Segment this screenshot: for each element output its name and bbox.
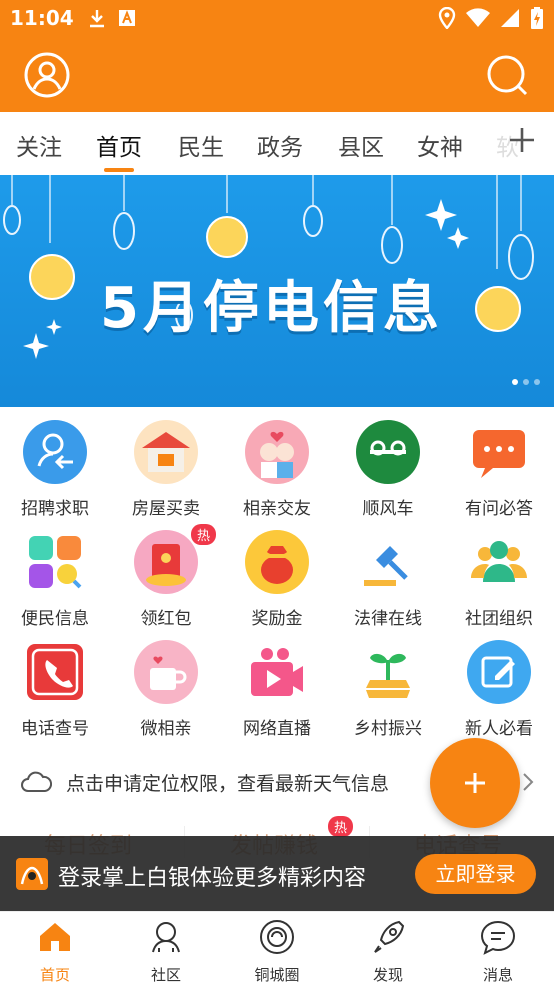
- grid-item-label: 便民信息: [21, 609, 89, 629]
- money-bag-icon: [245, 530, 309, 594]
- tab-government[interactable]: 政务: [257, 128, 303, 162]
- login-message: 登录掌上白银体验更多精彩内容: [58, 866, 367, 891]
- grid-item-house[interactable]: 房屋买卖: [111, 420, 221, 519]
- nav-label: 首页: [39, 966, 70, 984]
- video-icon: [245, 640, 309, 704]
- app-header: [0, 36, 554, 112]
- grid-item-label: 电话查号: [21, 719, 89, 739]
- plus-icon: [465, 773, 485, 793]
- download-icon: [89, 10, 104, 28]
- grid-item-qa[interactable]: 有问必答: [444, 420, 554, 519]
- nav-discover[interactable]: 发现: [348, 918, 428, 985]
- edit-icon: [467, 640, 531, 704]
- nav-community[interactable]: 社区: [126, 918, 206, 985]
- login-banner: 登录掌上白银体验更多精彩内容 立即登录: [0, 836, 554, 911]
- grid-item-redpacket[interactable]: 热 领红包: [111, 524, 221, 629]
- login-button[interactable]: 立即登录: [415, 854, 536, 894]
- nav-home[interactable]: 首页: [15, 918, 95, 985]
- search-icon[interactable]: [486, 54, 528, 96]
- grid-item-label: 领红包: [140, 609, 192, 629]
- grid-item-label: 法律在线: [354, 609, 422, 629]
- red-packet-icon: 热: [134, 524, 216, 594]
- nav-label: 发现: [372, 966, 403, 984]
- nav-label: 社区: [150, 966, 181, 984]
- grid-item-live[interactable]: 网络直播: [222, 640, 332, 739]
- user-avatar-icon[interactable]: [24, 52, 70, 98]
- location-icon: [438, 7, 456, 29]
- grid-item-newbie[interactable]: 新人必看: [444, 640, 554, 739]
- grid-item-phone[interactable]: 电话查号: [0, 640, 110, 739]
- weather-text: 点击申请定位权限，查看最新天气信息: [66, 772, 390, 795]
- nav-label: 消息: [482, 966, 513, 984]
- grid-item-label: 相亲交友: [243, 499, 311, 519]
- phone-icon: [23, 640, 87, 704]
- grid-item-convenience[interactable]: 便民信息: [0, 530, 110, 629]
- grid-item-micro-dating[interactable]: 微相亲: [111, 640, 221, 739]
- promo-banner[interactable]: 5月停电信息: [0, 175, 554, 407]
- app-logo-icon: [16, 858, 48, 890]
- nav-label: 铜城圈: [254, 966, 300, 984]
- grid-item-label: 有问必答: [465, 499, 533, 519]
- wifi-icon: [466, 8, 490, 27]
- add-channel-icon[interactable]: [508, 126, 536, 154]
- font-icon: [118, 10, 135, 26]
- cloud-icon: [21, 771, 52, 792]
- bottom-nav: 首页 社区 铜城圈 发现 消息: [0, 911, 554, 984]
- message-icon: [480, 920, 516, 955]
- signal-icon: [501, 9, 519, 27]
- clock: 11:04: [10, 6, 74, 30]
- grid-item-label: 社团组织: [465, 609, 533, 629]
- carousel-dots: [512, 379, 540, 385]
- apps-icon: [23, 530, 87, 594]
- gavel-icon: [356, 530, 420, 594]
- nav-messages[interactable]: 消息: [458, 918, 538, 985]
- grid-item-village[interactable]: 乡村振兴: [333, 640, 443, 739]
- grid-item-label: 奖励金: [251, 609, 303, 629]
- grid-item-carpool[interactable]: 顺风车: [333, 420, 443, 519]
- carousel-dot: [534, 379, 540, 385]
- house-icon: [134, 420, 198, 484]
- grid-item-reward[interactable]: 奖励金: [222, 530, 332, 629]
- grid-item-label: 网络直播: [243, 719, 311, 739]
- tab-home[interactable]: 首页: [96, 128, 142, 172]
- carousel-dot-active: [512, 379, 518, 385]
- banner-title: 5月停电信息: [100, 276, 443, 341]
- battery-icon: [531, 7, 543, 29]
- chat-icon: [467, 420, 531, 484]
- home-icon: [40, 923, 70, 951]
- grid-item-label: 新人必看: [465, 719, 533, 739]
- group-icon: [467, 530, 531, 594]
- grid-item-law[interactable]: 法律在线: [333, 530, 443, 629]
- carpool-icon: [356, 420, 420, 484]
- grid-item-jobs[interactable]: 招聘求职: [0, 420, 110, 519]
- grid-item-label: 顺风车: [362, 499, 414, 519]
- cup-icon: [134, 640, 198, 704]
- chevron-right-icon: [523, 773, 534, 791]
- rocket-icon: [374, 920, 405, 953]
- tab-livelihood[interactable]: 民生: [178, 128, 224, 162]
- grid-item-label: 微相亲: [140, 719, 192, 739]
- hot-badge: 热: [190, 524, 216, 545]
- grid-item-club[interactable]: 社团组织: [444, 530, 554, 629]
- tab-follow[interactable]: 关注: [16, 128, 62, 162]
- job-icon: [23, 420, 87, 484]
- nav-circle[interactable]: 铜城圈: [237, 918, 317, 985]
- add-fab-button[interactable]: [430, 738, 520, 828]
- grid-item-label: 房屋买卖: [132, 499, 200, 519]
- grid-item-label: 乡村振兴: [354, 719, 422, 739]
- status-bar: 11:04: [0, 0, 554, 36]
- circle-icon: [260, 920, 294, 954]
- carousel-dot: [523, 379, 529, 385]
- tab-county[interactable]: 县区: [338, 128, 384, 162]
- community-icon: [152, 922, 180, 953]
- channel-tabs: 关注 首页 民生 政务 县区 女神 软: [0, 112, 554, 176]
- grid-item-label: 招聘求职: [21, 499, 89, 519]
- sprout-icon: [356, 640, 420, 704]
- grid-item-dating[interactable]: 相亲交友: [222, 420, 332, 519]
- hot-badge: 热: [328, 816, 354, 837]
- couple-icon: [245, 420, 309, 484]
- tab-goddess[interactable]: 女神: [417, 128, 463, 162]
